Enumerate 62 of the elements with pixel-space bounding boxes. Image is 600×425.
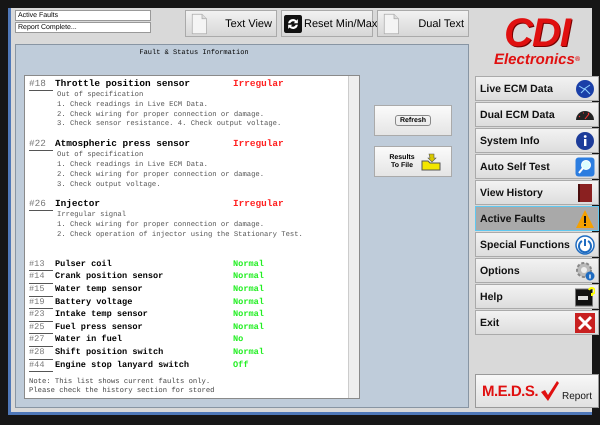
power-icon [575,234,596,254]
sensor-code: #44 [29,360,53,372]
search-icon [575,156,596,176]
nav-button[interactable]: Live ECM Data [475,76,600,101]
sensor-status: Off [233,360,248,372]
sensor-code: #28 [29,346,53,360]
sensor-status: Normal [233,296,264,309]
nav-button[interactable]: View History [475,180,600,205]
fault-name: Atmospheric press sensor [55,138,192,150]
sensor-code: #23 [29,309,53,322]
fault-code: #26 [29,198,53,212]
scrollbar[interactable] [348,76,359,398]
nav-button[interactable]: Special Functions [475,232,600,257]
fault-status: Irregular [233,78,284,91]
sensor-code: #13 [29,258,53,272]
sensor-status: No [233,334,244,346]
sensor-code: #19 [29,296,53,310]
sensor-name: Battery voltage [55,296,134,309]
sensor-code: #27 [29,334,53,347]
sensor-name: Water temp sensor [55,284,144,296]
nav-button[interactable]: System Info [475,128,600,153]
nav-button[interactable]: Dual ECM Data [475,102,600,127]
nav-button[interactable]: Auto Self Test [475,154,600,179]
sensor-name: Shift position switch [55,346,164,359]
fault-status: Irregular [233,138,284,152]
fault-status: Irregular [233,198,284,212]
nav-button[interactable]: Options [475,258,600,283]
nav-button[interactable]: Active Faults [475,206,600,231]
sensor-status: Normal [233,309,264,322]
document-icon [190,12,208,34]
sensor-name: Intake temp sensor [55,309,149,322]
sensor-name: Crank position sensor [55,271,164,284]
sensor-name: Engine stop lanyard switch [55,360,190,372]
sensor-name: Fuel press sensor [55,322,144,334]
sensor-name: Pulser coil [55,258,113,271]
sensor-status: Normal [233,271,264,284]
sensor-status: Normal [233,322,264,334]
refresh-icon [284,12,302,34]
document-icon [382,12,400,34]
sensor-code: #14 [29,271,53,284]
fault-code: #22 [29,138,53,152]
toolbar-button[interactable]: Dual Text [377,10,469,37]
close-icon [575,312,596,332]
nav-button[interactable]: Exit [475,310,600,335]
sensor-code: #15 [29,284,53,297]
folder-icon [421,152,441,170]
help-icon [575,286,596,306]
gear-icon [575,260,596,280]
sensor-status: Normal [233,346,264,359]
fault-name: Throttle position sensor [55,78,192,90]
sensor-code: #25 [29,322,53,334]
nav-button[interactable]: Help [475,284,600,309]
sensor-name: Water in fuel [55,334,124,346]
info-icon [575,130,596,150]
sensor-status: Normal [233,284,264,296]
fault-name: Injector [55,198,102,210]
meds-report-button[interactable]: M.E.D.S. Report [475,374,600,408]
toolbar-button[interactable]: Text View [185,10,277,37]
sensor-status: Normal [233,258,264,271]
warning-icon [575,208,596,228]
checkmark-icon [540,380,560,402]
fault-code: #18 [29,78,53,91]
